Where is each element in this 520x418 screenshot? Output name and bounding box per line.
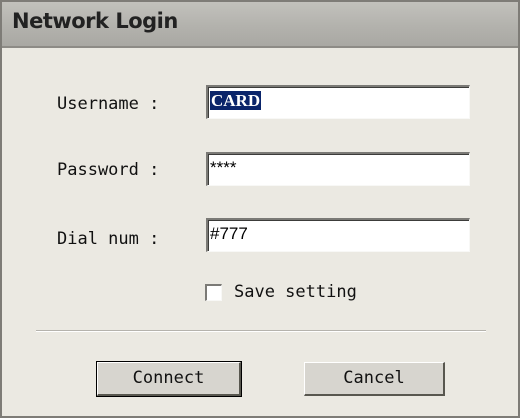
save-setting-label[interactable]: Save setting — [234, 282, 357, 302]
username-selected-text: CARD — [210, 91, 262, 110]
network-login-dialog: Network Login Username : CARD Password :… — [0, 0, 520, 418]
dial-num-label: Dial num : — [57, 229, 160, 249]
username-input[interactable]: CARD — [206, 85, 470, 119]
connect-button[interactable]: Connect — [96, 361, 242, 397]
window-title: Network Login — [12, 9, 178, 33]
save-setting-checkbox[interactable] — [205, 284, 222, 301]
password-input[interactable]: **** — [206, 152, 470, 186]
password-label: Password : — [57, 160, 160, 180]
username-label: Username : — [57, 94, 160, 114]
separator — [36, 330, 486, 332]
title-bar[interactable]: Network Login — [2, 2, 518, 48]
dial-num-input[interactable]: #777 — [206, 218, 470, 252]
cancel-button[interactable]: Cancel — [304, 362, 445, 396]
